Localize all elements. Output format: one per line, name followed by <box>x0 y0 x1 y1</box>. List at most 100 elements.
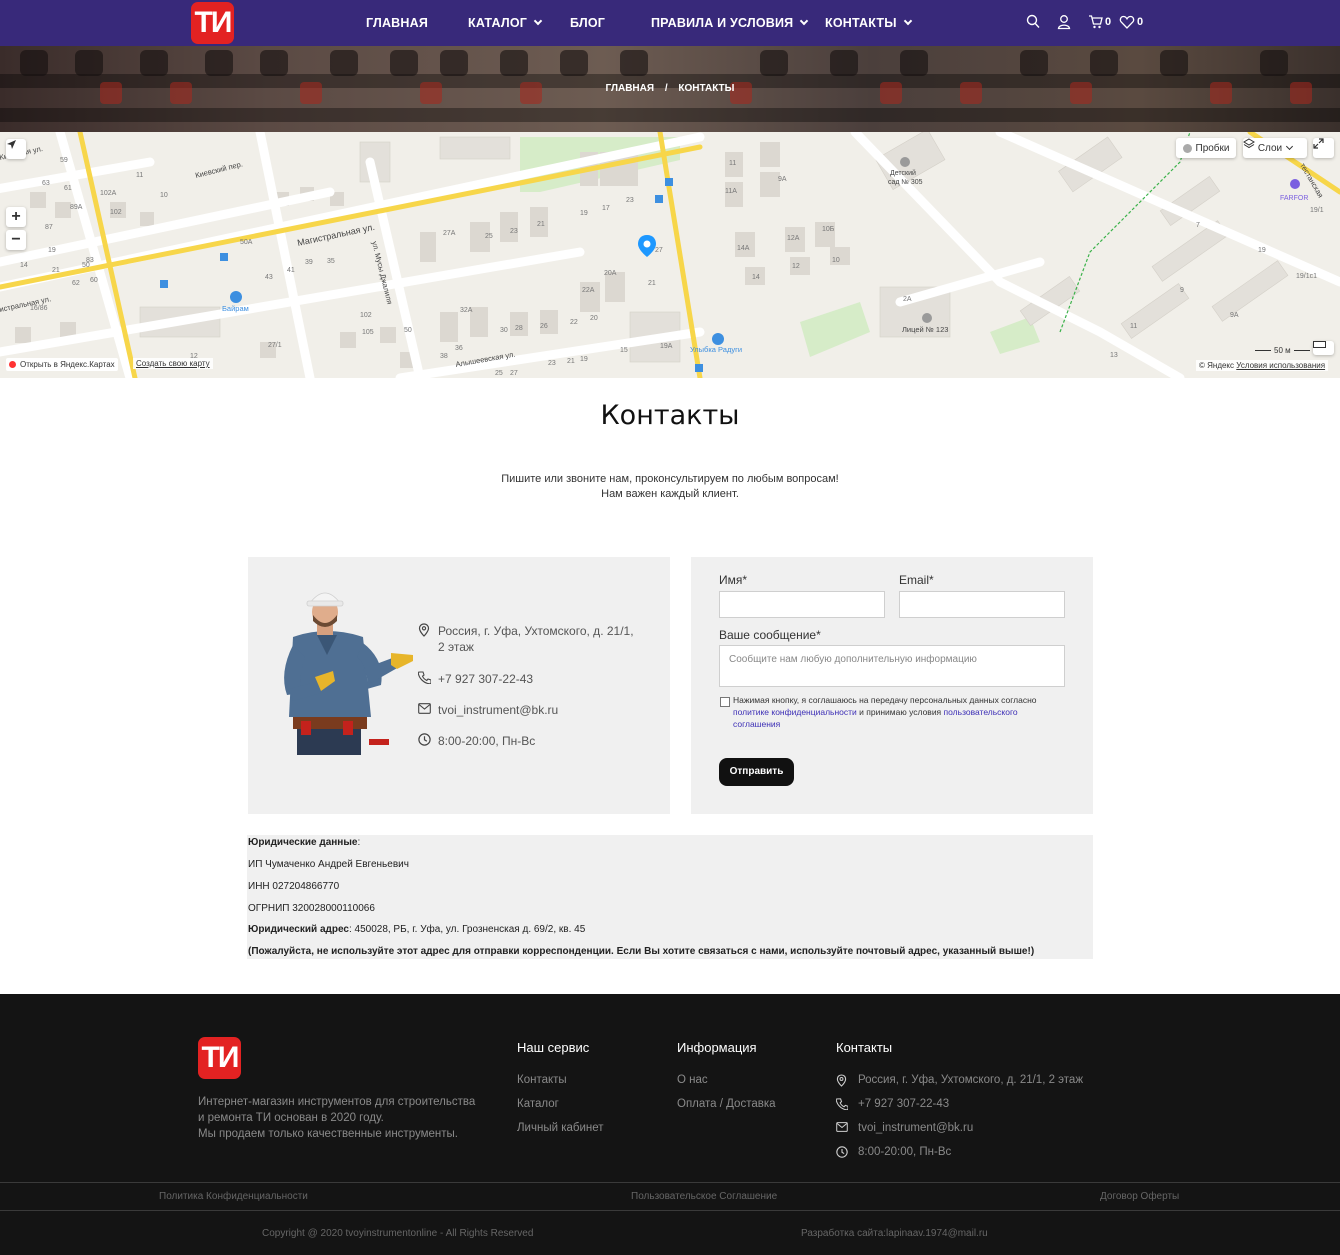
footer-link-payment-delivery[interactable]: Оплата / Доставка <box>677 1098 776 1110</box>
yandex-pin-icon <box>9 361 16 368</box>
place-label: Лицей № 123 <box>902 325 948 334</box>
footer-email-text[interactable]: tvoi_instrument@bk.ru <box>858 1122 973 1135</box>
footer-contacts-heading: Контакты <box>836 1040 893 1055</box>
svg-text:39: 39 <box>305 259 313 266</box>
breadcrumb-home-link[interactable]: ГЛАВНАЯ <box>606 83 655 94</box>
consent-checkbox[interactable] <box>720 697 730 707</box>
footer-logo[interactable]: ТИ <box>198 1037 241 1079</box>
contact-phone: +7 927 307-22-43 <box>417 671 533 688</box>
svg-text:17: 17 <box>602 205 610 212</box>
svg-text:38: 38 <box>440 353 448 360</box>
footer-address-text: Россия, г. Уфа, Ухтомского, д. 21/1, 2 э… <box>858 1074 1084 1086</box>
svg-text:25: 25 <box>495 370 503 377</box>
email-input[interactable] <box>899 591 1065 618</box>
search-icon[interactable] <box>1026 14 1040 30</box>
footer-service-heading: Наш сервис <box>517 1040 590 1055</box>
terms-of-use-link[interactable]: Условия использования <box>1236 361 1325 370</box>
footer-link-about[interactable]: О нас <box>677 1074 708 1086</box>
geolocation-button[interactable] <box>6 139 26 159</box>
name-input[interactable] <box>719 591 885 618</box>
svg-text:21: 21 <box>648 280 656 287</box>
zoom-in-button[interactable]: + <box>6 207 26 227</box>
svg-text:83: 83 <box>86 257 94 264</box>
svg-text:20: 20 <box>590 315 598 322</box>
svg-text:23: 23 <box>626 197 634 204</box>
wishlist-button[interactable]: 0 <box>1119 14 1143 30</box>
svg-text:105: 105 <box>362 329 374 336</box>
legal-inn: ИНН 027204866770 <box>248 881 340 892</box>
footer-link-catalog[interactable]: Каталог <box>517 1098 559 1110</box>
svg-text:59: 59 <box>60 157 68 164</box>
contact-hours: 8:00-20:00, Пн-Вс <box>418 733 535 750</box>
consent-text: Нажимая кнопку, я соглашаюсь на передачу… <box>733 694 1063 730</box>
svg-text:20A: 20A <box>604 270 617 277</box>
clock-icon <box>418 733 438 750</box>
yandex-map[interactable]: Магистральная ул. Киевский пер. Киевская… <box>0 132 1340 378</box>
legal-address-value: : 450028, РБ, г. Уфа, ул. Грозненская д.… <box>348 924 586 935</box>
svg-text:50A: 50A <box>240 239 253 246</box>
footer-phone-text[interactable]: +7 927 307-22-43 <box>858 1098 949 1113</box>
yandex-copyright: © Яндекс <box>1199 361 1235 370</box>
nav-item-rules[interactable]: ПРАВИЛА И УСЛОВИЯ <box>651 0 809 46</box>
svg-text:16/86: 16/86 <box>30 305 48 312</box>
layers-icon <box>1243 138 1255 149</box>
legal-ogrnip: ОГРНИП 320028000110066 <box>248 903 375 914</box>
message-field-label: Ваше сообщение* <box>719 628 821 642</box>
nav-item-blog[interactable]: БЛОГ <box>570 0 605 46</box>
site-logo[interactable]: ТИ <box>191 2 234 44</box>
svg-text:19/1c1: 19/1c1 <box>1296 273 1317 280</box>
svg-text:32A: 32A <box>460 307 473 314</box>
footer-hours: 8:00-20:00, Пн-Вс <box>836 1146 951 1161</box>
subtitle-line: Нам важен каждый клиент. <box>601 488 739 500</box>
svg-text:11A: 11A <box>725 188 737 195</box>
offer-agreement-footer-link[interactable]: Договор Оферты <box>1100 1191 1179 1202</box>
ruler-button[interactable] <box>1313 341 1334 355</box>
user-icon[interactable] <box>1057 14 1071 30</box>
legal-info-block: Юридические данные: ИП Чумаченко Андрей … <box>247 835 1093 959</box>
svg-text:15: 15 <box>620 347 628 354</box>
phone-text[interactable]: +7 927 307-22-43 <box>438 671 533 688</box>
svg-text:23: 23 <box>510 228 518 235</box>
nav-item-contacts[interactable]: КОНТАКТЫ <box>825 0 912 46</box>
place-label: FARFOR <box>1280 195 1308 202</box>
footer-email: tvoi_instrument@bk.ru <box>836 1122 973 1135</box>
cart-count: 0 <box>1105 16 1112 28</box>
place-label: Улыбка Радуги <box>690 345 742 354</box>
user-agreement-footer-link[interactable]: Пользовательское Соглашение <box>631 1191 777 1202</box>
email-text[interactable]: tvoi_instrument@bk.ru <box>438 702 558 718</box>
nav-label: ГЛАВНАЯ <box>366 16 429 30</box>
svg-text:30: 30 <box>500 327 508 334</box>
nav-item-catalog[interactable]: КАТАЛОГ <box>468 0 543 46</box>
svg-text:35: 35 <box>327 258 335 265</box>
breadcrumb-current: КОНТАКТЫ <box>678 83 735 94</box>
svg-text:19: 19 <box>580 356 588 363</box>
heart-icon <box>1119 15 1135 29</box>
footer-link-account[interactable]: Личный кабинет <box>517 1122 604 1134</box>
footer-link-contacts[interactable]: Контакты <box>517 1074 567 1086</box>
cart-button[interactable]: 0 <box>1088 14 1111 30</box>
open-in-yandex-maps-link[interactable]: Открыть в Яндекс.Картах <box>6 358 118 371</box>
fullscreen-button[interactable] <box>1313 138 1334 158</box>
footer-divider <box>0 1182 1340 1183</box>
message-textarea[interactable]: Сообщите нам любую дополнительную информ… <box>719 645 1065 687</box>
svg-text:22A: 22A <box>582 287 595 294</box>
address-text: Россия, г. Уфа, Ухтомского, д. 21/1, 2 э… <box>438 624 634 654</box>
page-title: Контакты <box>600 400 740 431</box>
privacy-policy-link[interactable]: политике конфиденциальности <box>733 707 857 717</box>
privacy-policy-footer-link[interactable]: Политика Конфиденциальности <box>159 1191 308 1202</box>
submit-button[interactable]: Отправить <box>719 758 794 786</box>
svg-text:11: 11 <box>1130 323 1137 330</box>
zoom-out-button[interactable]: − <box>6 230 26 250</box>
traffic-button[interactable]: Пробки <box>1176 138 1236 158</box>
phone-icon <box>417 671 438 688</box>
svg-text:43: 43 <box>265 274 273 281</box>
layers-button[interactable]: Слои <box>1243 138 1307 158</box>
location-icon <box>836 1074 858 1090</box>
footer-divider <box>0 1210 1340 1211</box>
nav-item-home[interactable]: ГЛАВНАЯ <box>366 0 428 46</box>
svg-text:102: 102 <box>110 209 122 216</box>
place-label: Байрам <box>222 304 249 313</box>
create-map-link[interactable]: Создать свою карту <box>133 358 213 369</box>
top-navigation-bar: ТИ ГЛАВНАЯ КАТАЛОГ БЛОГ ПРАВИЛА И УСЛОВИ… <box>0 0 1340 46</box>
svg-text:19: 19 <box>580 210 588 217</box>
